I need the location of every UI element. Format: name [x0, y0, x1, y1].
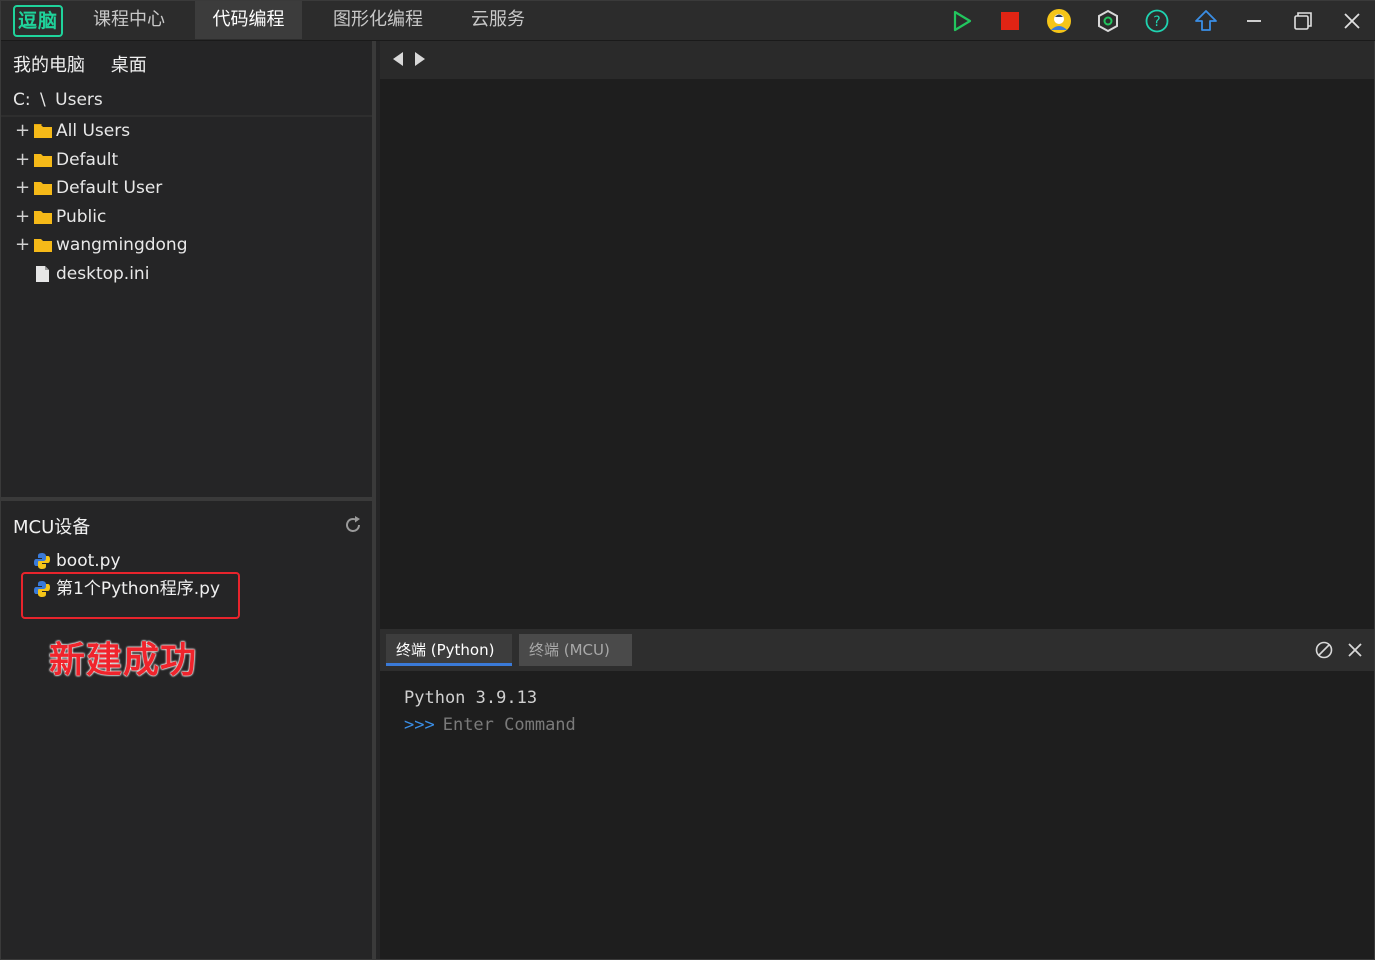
expand-icon[interactable]: +: [15, 146, 30, 174]
breadcrumb-drive[interactable]: C:: [13, 90, 31, 110]
code-editor-area[interactable]: [380, 41, 1374, 629]
folder-icon: [34, 239, 52, 252]
editor-tab-bar: [380, 41, 1374, 79]
command-line[interactable]: >>> Enter Command: [404, 712, 576, 739]
clear-terminal-icon[interactable]: [1314, 640, 1334, 660]
tab-course-center[interactable]: 课程中心: [77, 1, 181, 39]
python-file-icon: [34, 553, 50, 569]
expand-icon[interactable]: +: [15, 203, 30, 231]
command-input[interactable]: Enter Command: [443, 715, 576, 735]
tab-code-programming[interactable]: 代码编程: [195, 1, 302, 39]
prompt-symbol: >>>: [404, 715, 435, 735]
refresh-icon[interactable]: [343, 515, 363, 535]
annotation-text: 新建成功: [49, 640, 198, 681]
app-logo: 逗脑: [13, 5, 63, 37]
file-icon: [36, 265, 49, 282]
stop-icon[interactable]: [995, 6, 1025, 36]
tree-item-label: Public: [56, 206, 107, 227]
app-window: 逗脑 课程中心 代码编程 图形化编程 云服务 ? 我的电脑 桌面 C: \ Us…: [0, 0, 1375, 960]
restore-icon[interactable]: [1288, 6, 1318, 36]
file-tree: + All Users + Default + Default User + P…: [1, 117, 372, 288]
tree-item-label: Default User: [56, 178, 163, 198]
tab-terminal-python[interactable]: 终端 (Python): [386, 634, 512, 666]
close-icon[interactable]: [1337, 6, 1367, 36]
run-icon[interactable]: [947, 6, 977, 36]
expand-icon[interactable]: +: [15, 117, 30, 145]
tab-graphical-programming[interactable]: 图形化编程: [315, 1, 441, 39]
user-avatar-icon[interactable]: [1044, 6, 1074, 36]
settings-hex-icon[interactable]: [1093, 6, 1123, 36]
python-version-line: Python 3.9.13: [404, 688, 538, 708]
tree-item-public[interactable]: + Public: [1, 203, 372, 232]
breadcrumb-separator: \: [40, 90, 46, 110]
annotation-highlight-box: [21, 572, 240, 619]
tree-item-label: All Users: [56, 121, 131, 141]
breadcrumb: C: \ Users: [1, 85, 372, 117]
tree-item-label: desktop.ini: [56, 263, 150, 284]
tree-item-label: Default: [56, 149, 119, 170]
help-icon[interactable]: ?: [1142, 6, 1172, 36]
expand-icon[interactable]: +: [15, 174, 30, 202]
panel-divider[interactable]: [1, 497, 376, 501]
svg-text:?: ?: [1153, 14, 1160, 30]
scroll-right-icon[interactable]: [414, 51, 426, 67]
folder-icon: [34, 182, 52, 195]
location-tab-desktop[interactable]: 桌面: [111, 55, 147, 76]
tree-item-default[interactable]: + Default: [1, 146, 372, 175]
location-tabs: 我的电脑 桌面: [13, 51, 167, 77]
breadcrumb-folder[interactable]: Users: [55, 90, 103, 110]
tree-item-desktop-ini[interactable]: desktop.ini: [1, 260, 372, 289]
location-tab-my-computer[interactable]: 我的电脑: [13, 55, 85, 76]
mcu-section-title: MCU设备: [13, 517, 91, 538]
folder-icon: [34, 153, 52, 167]
scroll-left-icon[interactable]: [392, 51, 404, 67]
tab-cloud-service[interactable]: 云服务: [455, 1, 541, 39]
title-bar: 逗脑 课程中心 代码编程 图形化编程 云服务 ?: [1, 1, 1375, 41]
terminal-output: Python 3.9.13 >>> Enter Command: [404, 685, 576, 739]
upload-icon[interactable]: [1191, 6, 1221, 36]
mcu-file-boot[interactable]: boot.py: [1, 547, 372, 575]
folder-icon: [34, 210, 52, 224]
tree-item-all-users[interactable]: + All Users: [1, 117, 372, 146]
terminal-panel: 终端 (Python) 终端 (MCU) Python 3.9.13 >>> En…: [380, 629, 1374, 959]
tree-item-label: wangmingdong: [56, 235, 188, 255]
tree-item-default-user[interactable]: + Default User: [1, 174, 372, 203]
minimize-icon[interactable]: [1239, 6, 1269, 36]
file-explorer-panel: 我的电脑 桌面 C: \ Users + All Users + Default…: [1, 41, 376, 959]
tab-terminal-mcu[interactable]: 终端 (MCU): [519, 634, 632, 666]
folder-icon: [34, 124, 52, 138]
expand-icon[interactable]: +: [15, 231, 30, 259]
terminal-tab-bar: 终端 (Python) 终端 (MCU): [380, 629, 1374, 671]
mcu-file-label: boot.py: [56, 551, 121, 571]
tree-item-wangmingdong[interactable]: + wangmingdong: [1, 231, 372, 260]
close-terminal-icon[interactable]: [1345, 640, 1365, 660]
